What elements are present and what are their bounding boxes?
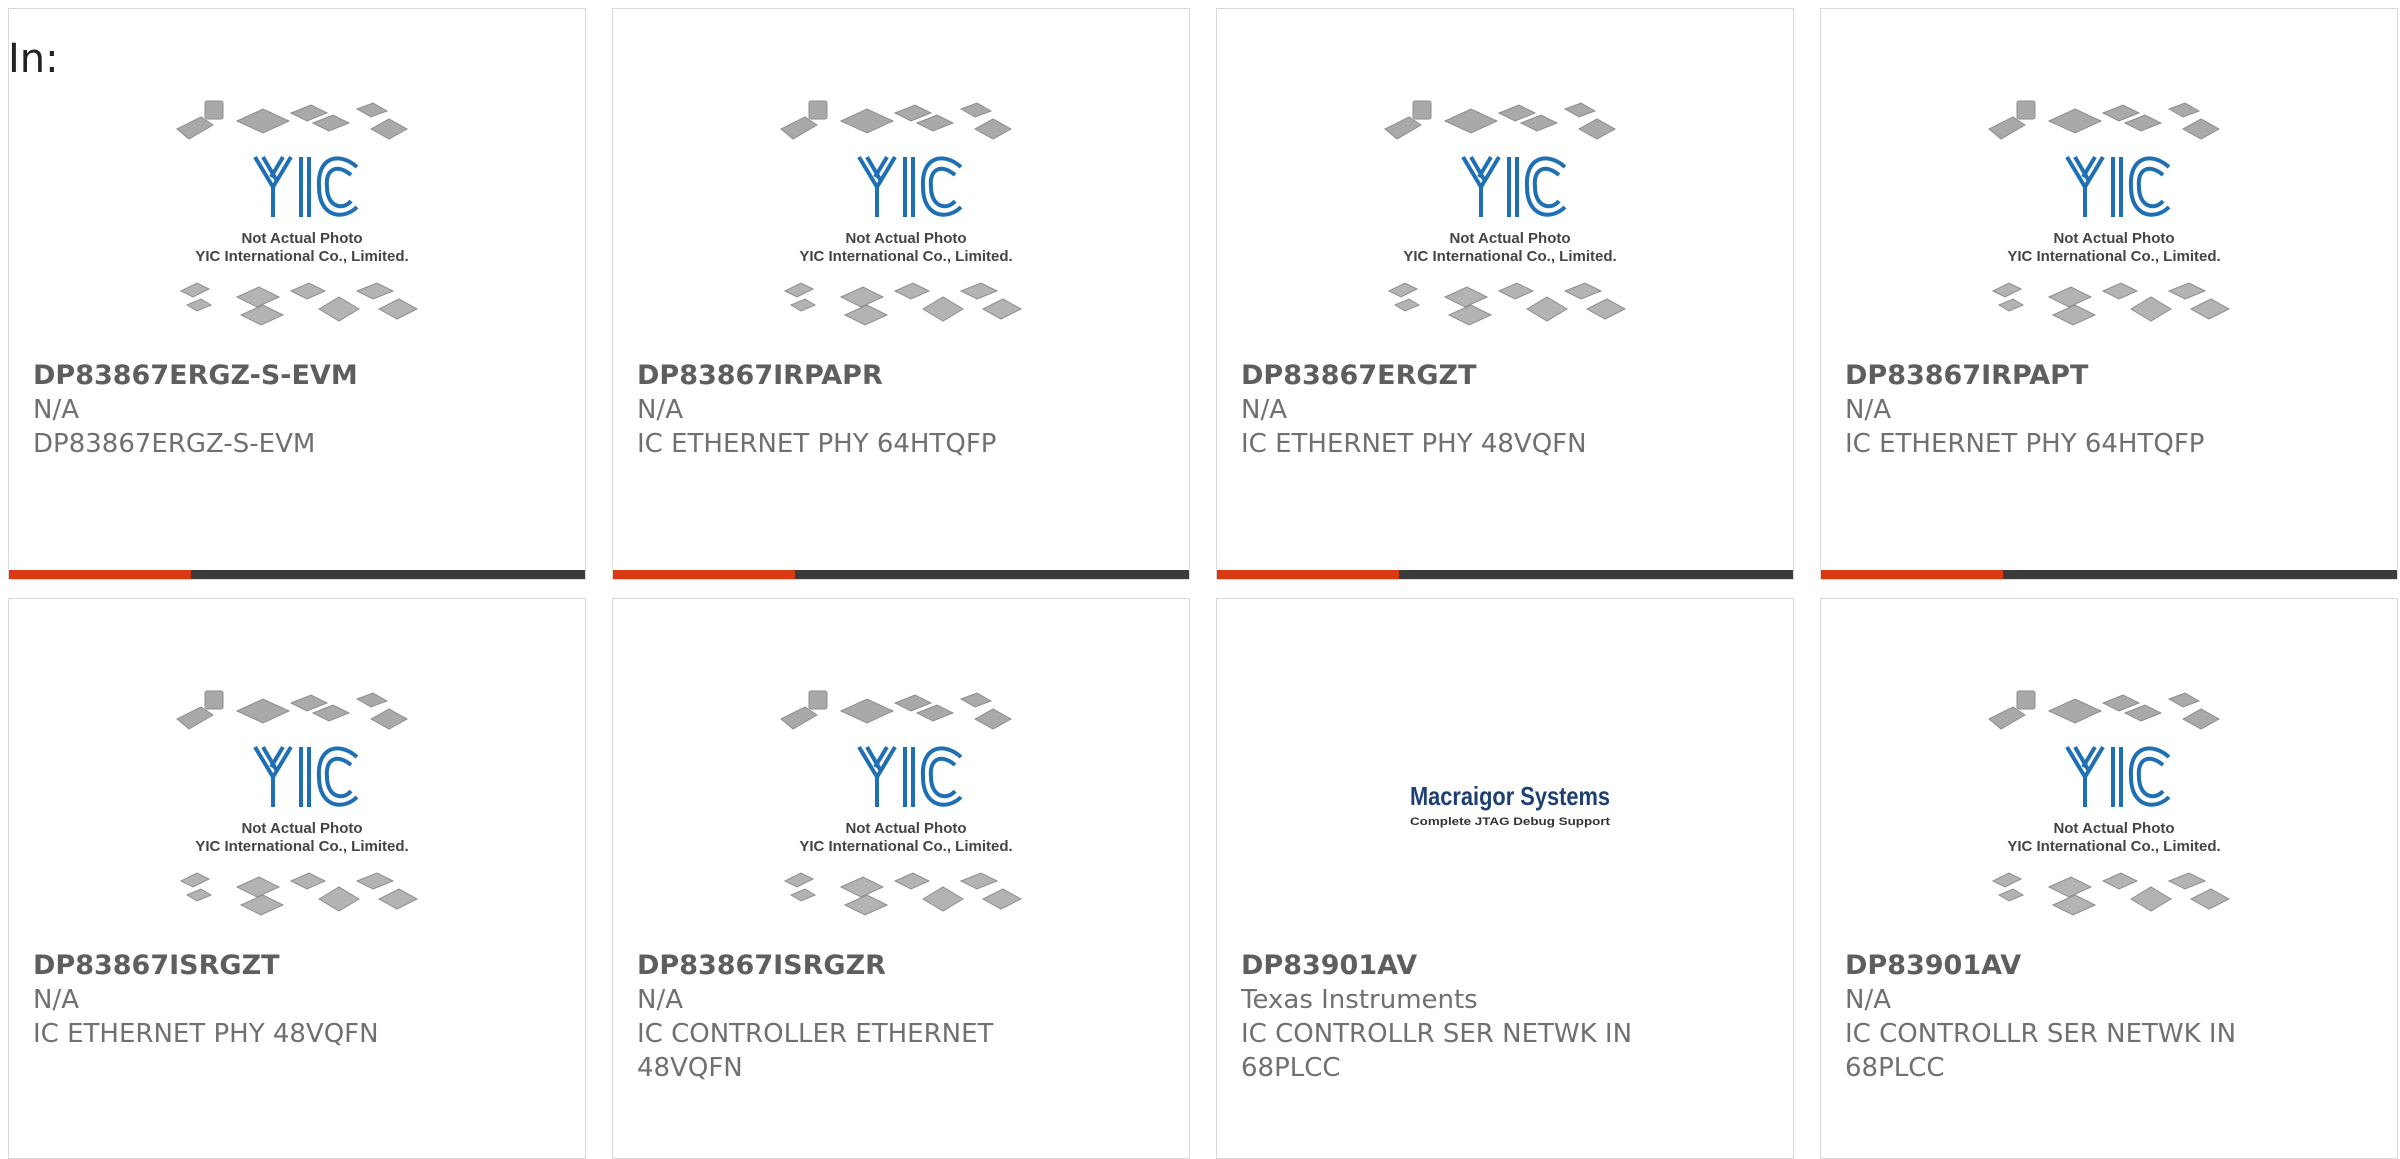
description: IC ETHERNET PHY 64HTQFP <box>1845 429 2205 459</box>
product-card[interactable]: Not Actual Photo YIC International Co., … <box>612 598 1190 1159</box>
product-card[interactable]: Not Actual Photo YIC International Co., … <box>1820 598 2398 1159</box>
product-card[interactable]: Not Actual Photo YIC International Co., … <box>1820 8 2398 580</box>
description-continued: 48VQFN <box>637 1053 743 1083</box>
product-placeholder-image[interactable]: Not Actual Photo YIC International Co., … <box>771 685 1041 935</box>
product-placeholder-image[interactable]: Not Actual Photo YIC International Co., … <box>167 95 437 345</box>
card-footer-bar <box>9 570 585 579</box>
part-number-link[interactable]: DP83867ISRGZR <box>637 949 1169 983</box>
manufacturer: N/A <box>33 985 79 1015</box>
svg-text:YIC International Co., Limited: YIC International Co., Limited. <box>195 248 408 265</box>
description: IC CONTROLLR SER NETWK IN <box>1845 1019 2237 1049</box>
description: IC ETHERNET PHY 48VQFN <box>33 1019 379 1049</box>
product-info: DP83867ISRGZR N/A IC CONTROLLER ETHERNET 48… <box>637 949 1169 1085</box>
svg-text:YIC International Co., Limited: YIC International Co., Limited. <box>2007 248 2220 265</box>
part-number-link[interactable]: DP83867IRPAPT <box>1845 359 2377 393</box>
svg-text:Not Actual Photo: Not Actual Photo <box>2053 230 2174 247</box>
svg-text:Not Actual Photo: Not Actual Photo <box>1449 230 1570 247</box>
card-accent-stripe <box>9 570 191 579</box>
part-number-link[interactable]: DP83901AV <box>1241 949 1773 983</box>
product-card[interactable]: Not Actual Photo YIC International Co., … <box>8 8 586 580</box>
product-card[interactable]: Not Actual Photo YIC International Co., … <box>612 8 1190 580</box>
card-accent-stripe <box>613 570 795 579</box>
product-card[interactable]: Macraigor Systems Complete JTAG Debug Su… <box>1216 598 1794 1159</box>
card-accent-stripe <box>1821 570 2003 579</box>
manufacturer: N/A <box>637 985 683 1015</box>
product-placeholder-image[interactable]: Not Actual Photo YIC International Co., … <box>167 685 437 935</box>
product-info: DP83867ISRGZT N/A IC ETHERNET PHY 48VQFN <box>33 949 565 1051</box>
description: IC CONTROLLR SER NETWK IN <box>1241 1019 1633 1049</box>
product-placeholder-image[interactable]: Not Actual Photo YIC International Co., … <box>1979 685 2249 935</box>
svg-text:Not Actual Photo: Not Actual Photo <box>845 230 966 247</box>
description: IC ETHERNET PHY 48VQFN <box>1241 429 1587 459</box>
manufacturer: N/A <box>1845 985 1891 1015</box>
product-info: DP83901AV N/A IC CONTROLLR SER NETWK IN 68P… <box>1845 949 2377 1085</box>
svg-text:Macraigor Systems: Macraigor Systems <box>1410 781 1610 811</box>
card-accent-stripe <box>1217 570 1399 579</box>
product-info: DP83901AV Texas Instruments IC CONTROLLR S… <box>1241 949 1773 1085</box>
part-number-link[interactable]: DP83901AV <box>1845 949 2377 983</box>
description: DP83867ERGZ-S-EVM <box>33 429 316 459</box>
vendor-logo-image[interactable]: Macraigor Systems Complete JTAG Debug Su… <box>1375 685 1645 935</box>
description-continued: 68PLCC <box>1241 1053 1341 1083</box>
filter-prefix-label: In: <box>8 36 59 82</box>
manufacturer: N/A <box>33 395 79 425</box>
card-footer-bar <box>1217 570 1793 579</box>
description: IC ETHERNET PHY 64HTQFP <box>637 429 997 459</box>
manufacturer: Texas Instruments <box>1241 985 1478 1015</box>
svg-text:YIC International Co., Limited: YIC International Co., Limited. <box>799 838 1012 855</box>
part-number-link[interactable]: DP83867ERGZ-S-EVM <box>33 359 565 393</box>
card-footer-bar <box>1821 570 2397 579</box>
product-info: DP83867IRPAPR N/A IC ETHERNET PHY 64HTQFP <box>637 359 1169 461</box>
manufacturer: N/A <box>637 395 683 425</box>
svg-text:YIC International Co., Limited: YIC International Co., Limited. <box>2007 838 2220 855</box>
product-info: DP83867IRPAPT N/A IC ETHERNET PHY 64HTQFP <box>1845 359 2377 461</box>
product-placeholder-image[interactable]: Not Actual Photo YIC International Co., … <box>771 95 1041 345</box>
svg-text:Not Actual Photo: Not Actual Photo <box>2053 820 2174 837</box>
manufacturer: N/A <box>1845 395 1891 425</box>
product-info: DP83867ERGZ-S-EVM N/A DP83867ERGZ-S-EVM <box>33 359 565 461</box>
product-card[interactable]: Not Actual Photo YIC International Co., … <box>1216 8 1794 580</box>
description-continued: 68PLCC <box>1845 1053 1945 1083</box>
product-placeholder-image[interactable]: Not Actual Photo YIC International Co., … <box>1979 95 2249 345</box>
svg-text:Not Actual Photo: Not Actual Photo <box>241 230 362 247</box>
svg-text:Not Actual Photo: Not Actual Photo <box>241 820 362 837</box>
card-footer-bar <box>613 570 1189 579</box>
product-info: DP83867ERGZT N/A IC ETHERNET PHY 48VQFN <box>1241 359 1773 461</box>
product-card[interactable]: Not Actual Photo YIC International Co., … <box>8 598 586 1159</box>
part-number-link[interactable]: DP83867IRPAPR <box>637 359 1169 393</box>
svg-text:YIC International Co., Limited: YIC International Co., Limited. <box>195 838 408 855</box>
description: IC CONTROLLER ETHERNET <box>637 1019 994 1049</box>
svg-text:YIC International Co., Limited: YIC International Co., Limited. <box>799 248 1012 265</box>
svg-text:YIC International Co., Limited: YIC International Co., Limited. <box>1403 248 1616 265</box>
svg-text:Not Actual Photo: Not Actual Photo <box>845 820 966 837</box>
part-number-link[interactable]: DP83867ISRGZT <box>33 949 565 983</box>
product-placeholder-image[interactable]: Not Actual Photo YIC International Co., … <box>1375 95 1645 345</box>
svg-text:Complete JTAG Debug Support: Complete JTAG Debug Support <box>1410 816 1610 828</box>
manufacturer: N/A <box>1241 395 1287 425</box>
part-number-link[interactable]: DP83867ERGZT <box>1241 359 1773 393</box>
